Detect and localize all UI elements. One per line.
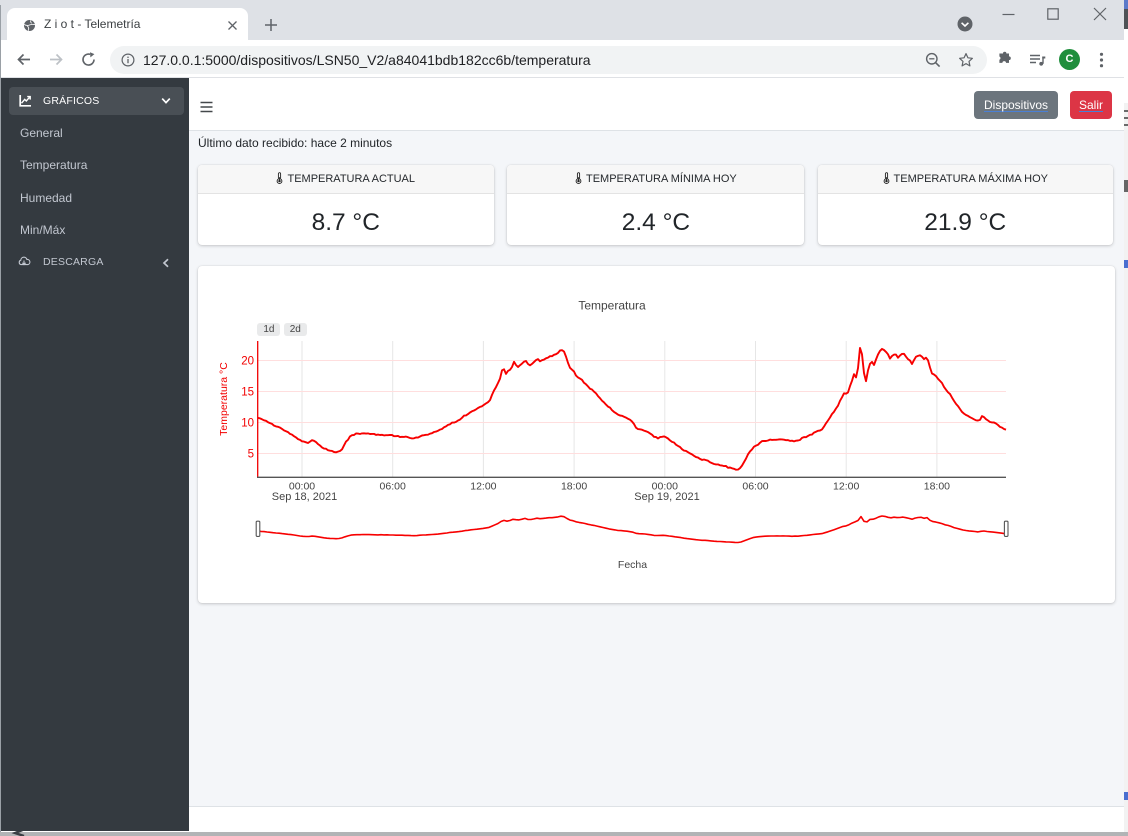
svg-text:Sep 19, 2021: Sep 19, 2021: [634, 491, 699, 503]
svg-text:Fecha: Fecha: [618, 559, 647, 571]
svg-text:10: 10: [241, 417, 254, 429]
svg-text:06:00: 06:00: [380, 480, 406, 492]
svg-text:12:00: 12:00: [470, 480, 496, 492]
svg-text:Temperatura °C: Temperatura °C: [218, 362, 230, 436]
svg-text:20: 20: [241, 355, 254, 367]
svg-text:12:00: 12:00: [833, 480, 859, 492]
svg-text:18:00: 18:00: [561, 480, 587, 492]
svg-text:06:00: 06:00: [742, 480, 768, 492]
svg-text:18:00: 18:00: [924, 480, 950, 492]
svg-text:15: 15: [241, 386, 254, 398]
svg-text:5: 5: [248, 448, 254, 460]
svg-text:Sep 18, 2021: Sep 18, 2021: [272, 491, 337, 503]
svg-text:Temperatura: Temperatura: [578, 299, 646, 313]
